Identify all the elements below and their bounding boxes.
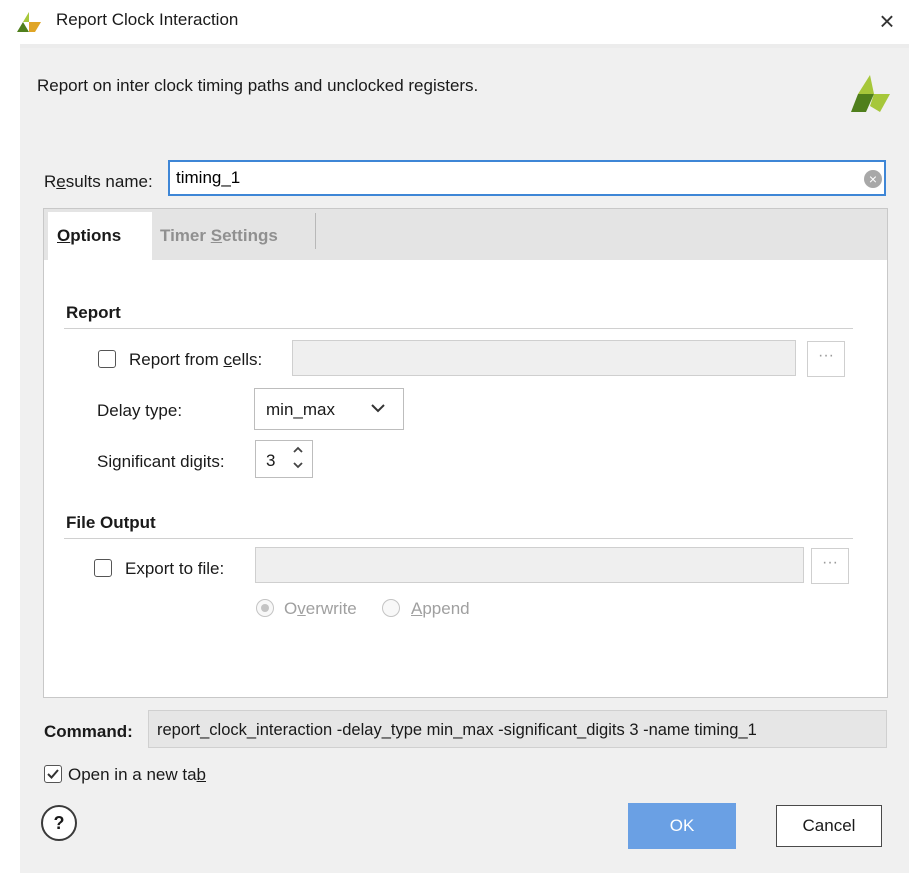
vivado-logo-icon — [851, 75, 890, 112]
command-label: Command: — [44, 722, 133, 741]
spinner-down-icon[interactable] — [291, 459, 305, 471]
help-button[interactable]: ? — [41, 805, 77, 841]
open-in-new-tab-label: Open in a new tab — [68, 765, 206, 784]
export-to-file-label: Export to file: — [125, 559, 225, 578]
report-from-cells-field[interactable] — [292, 340, 796, 376]
delay-type-value: min_max — [266, 400, 335, 419]
radio-selected-dot — [261, 604, 269, 612]
report-from-cells-checkbox[interactable] — [98, 350, 116, 368]
file-output-section-divider — [64, 538, 853, 539]
ok-button[interactable]: OK — [628, 803, 736, 849]
significant-digits-label: Significant digits: — [97, 452, 225, 471]
command-text: report_clock_interaction -delay_type min… — [157, 721, 757, 739]
chevron-down-icon — [371, 404, 385, 413]
report-section-divider — [64, 328, 853, 329]
export-to-file-browse-button[interactable]: ··· — [811, 548, 849, 584]
delay-type-label: Delay type: — [97, 401, 183, 420]
tab-divider — [315, 213, 316, 249]
overwrite-label: Overwrite — [284, 599, 357, 618]
significant-digits-value: 3 — [266, 451, 276, 470]
append-label: Append — [411, 599, 470, 618]
file-output-section-title: File Output — [66, 513, 156, 532]
dialog-description: Report on inter clock timing paths and u… — [37, 76, 479, 95]
open-in-new-tab-checkbox[interactable] — [44, 765, 62, 783]
report-from-cells-label: Report from cells: — [129, 350, 263, 369]
export-to-file-checkbox[interactable] — [94, 559, 112, 577]
close-icon[interactable]: × — [872, 6, 902, 36]
clear-input-icon[interactable]: × — [864, 170, 882, 188]
results-name-input[interactable] — [168, 160, 886, 196]
tab-timer-settings[interactable]: Timer Settings — [152, 212, 316, 260]
report-section-title: Report — [66, 303, 121, 322]
checkmark-icon — [47, 769, 59, 779]
spinner-up-icon[interactable] — [291, 444, 305, 456]
vivado-logo-icon — [17, 12, 41, 32]
export-to-file-field[interactable] — [255, 547, 804, 583]
cancel-button[interactable]: Cancel — [776, 805, 882, 847]
report-from-cells-browse-button[interactable]: ··· — [807, 341, 845, 377]
tab-options[interactable]: Options — [48, 212, 152, 260]
window-title: Report Clock Interaction — [56, 10, 239, 29]
overwrite-radio[interactable] — [256, 599, 274, 617]
append-radio[interactable] — [382, 599, 400, 617]
results-name-label: Results name: — [44, 172, 153, 191]
